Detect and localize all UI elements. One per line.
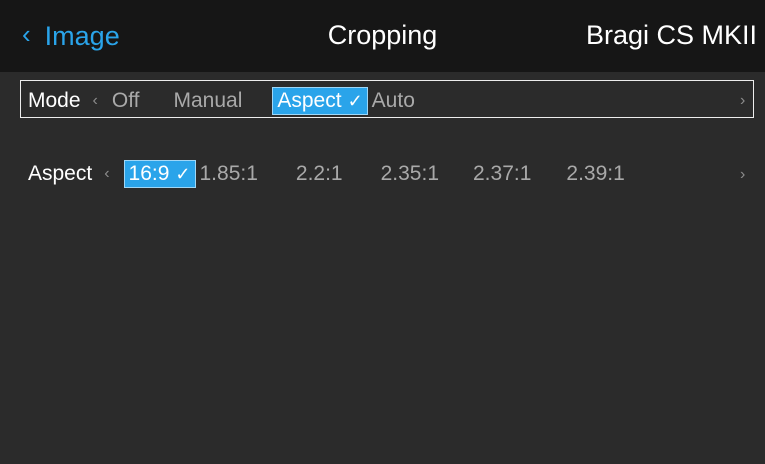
aspect-option-2-35-1[interactable]: 2.35:1 bbox=[381, 162, 439, 186]
mode-row: Mode ‹ Off Manual Aspect ✓ Auto bbox=[28, 87, 415, 115]
mode-prev-chevron-left-icon[interactable]: ‹ bbox=[93, 92, 98, 110]
aspect-option-2-2-1[interactable]: 2.2:1 bbox=[296, 162, 343, 186]
checkmark-icon: ✓ bbox=[347, 90, 363, 111]
mode-option-manual[interactable]: Manual bbox=[173, 89, 242, 113]
aspect-option-2-37-1[interactable]: 2.37:1 bbox=[473, 162, 531, 186]
mode-option-off[interactable]: Off bbox=[112, 89, 140, 113]
header-bar: ‹ Image Cropping Bragi CS MKII bbox=[0, 0, 765, 72]
aspect-option-16-9-selected[interactable]: 16:9 ✓ bbox=[123, 160, 196, 188]
mode-next-chevron-right-icon[interactable]: › bbox=[740, 92, 745, 110]
aspect-option-16-9-label: 16:9 bbox=[128, 162, 170, 185]
aspect-prev-chevron-left-icon[interactable]: ‹ bbox=[104, 165, 109, 183]
aspect-option-2-39-1[interactable]: 2.39:1 bbox=[566, 162, 624, 186]
aspect-row: Aspect ‹ 16:9 ✓ 1.85:1 2.2:1 2.35:1 2.37… bbox=[28, 160, 625, 188]
mode-label: Mode bbox=[28, 89, 81, 112]
device-name: Bragi CS MKII bbox=[585, 20, 757, 50]
aspect-label: Aspect bbox=[28, 162, 93, 185]
mode-option-aspect-label: Aspect bbox=[277, 89, 342, 112]
aspect-next-chevron-right-icon[interactable]: › bbox=[740, 166, 745, 184]
mode-option-auto[interactable]: Auto bbox=[372, 89, 415, 113]
mode-option-aspect-selected[interactable]: Aspect ✓ bbox=[272, 87, 368, 115]
checkmark-icon: ✓ bbox=[175, 163, 191, 184]
aspect-option-1-85-1[interactable]: 1.85:1 bbox=[200, 162, 258, 186]
